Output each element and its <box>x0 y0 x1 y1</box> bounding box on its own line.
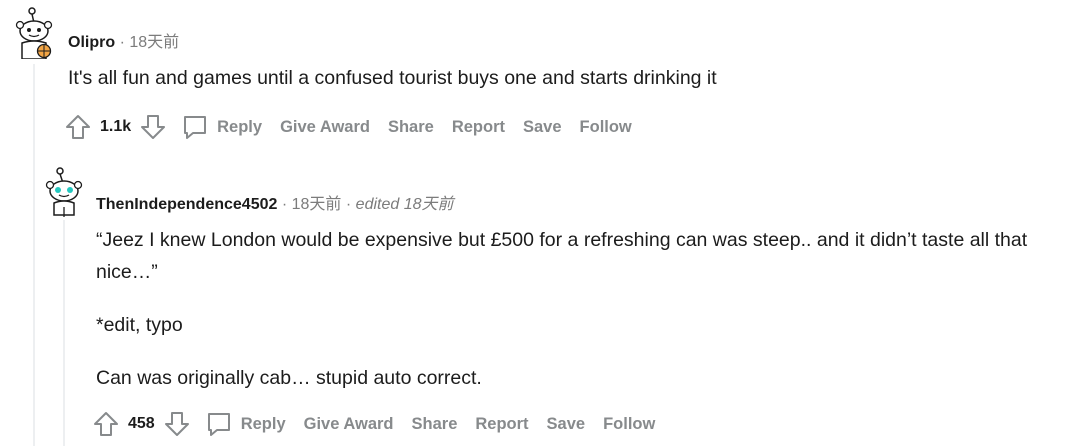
follow-button[interactable]: Follow <box>603 415 655 434</box>
share-button[interactable]: Share <box>388 118 434 137</box>
downvote-icon[interactable] <box>163 410 191 438</box>
report-button[interactable]: Report <box>475 415 528 434</box>
vote-score: 1.1k <box>100 118 132 135</box>
comment-body: It's all fun and games until a confused … <box>68 62 1048 94</box>
share-button[interactable]: Share <box>412 415 458 434</box>
report-button[interactable]: Report <box>452 118 505 137</box>
comment-meta: Olipro · 18天前 <box>68 28 179 52</box>
timestamp[interactable]: 18天前 <box>292 196 342 213</box>
snoo-avatar-icon <box>15 7 53 60</box>
reply-button[interactable]: Reply <box>205 410 286 438</box>
edited-label: edited 18天前 <box>355 196 454 213</box>
follow-button[interactable]: Follow <box>580 118 632 137</box>
comment-paragraph: It's all fun and games until a confused … <box>68 67 717 89</box>
give-award-button[interactable]: Give Award <box>304 415 394 434</box>
snoo-avatar-icon <box>45 167 83 217</box>
username[interactable]: ThenIndependence4502 <box>96 196 277 213</box>
reply-button[interactable]: Reply <box>181 113 262 141</box>
save-button[interactable]: Save <box>547 415 586 434</box>
comment-paragraph: *edit, typo <box>96 314 183 336</box>
comment-actions: 1.1k Reply Give Award Share Report Save … <box>64 110 650 144</box>
comment-meta: ThenIndependence4502 · 18天前 · edited 18天… <box>96 190 454 214</box>
avatar[interactable] <box>42 165 86 219</box>
timestamp[interactable]: 18天前 <box>129 34 179 51</box>
reply-label: Reply <box>240 414 286 433</box>
avatar[interactable] <box>12 5 56 60</box>
meta-separator: · <box>281 196 288 213</box>
upvote-icon[interactable] <box>64 113 92 141</box>
give-award-button[interactable]: Give Award <box>280 118 370 137</box>
username[interactable]: Olipro <box>68 34 115 51</box>
comment-bubble-icon <box>207 413 230 436</box>
comment-actions: 458 Reply Give Award Share Report Save F… <box>92 407 673 441</box>
reply-label: Reply <box>217 117 263 136</box>
downvote-icon[interactable] <box>139 113 167 141</box>
meta-separator: · <box>119 34 125 51</box>
thread-line-reply[interactable] <box>63 220 65 446</box>
meta-separator: · <box>345 196 352 213</box>
thread-line-root[interactable] <box>33 64 35 446</box>
comment-bubble-icon <box>184 116 207 139</box>
comment-paragraph: “Jeez I knew London would be expensive b… <box>96 229 1028 283</box>
comment-body: “Jeez I knew London would be expensive b… <box>96 224 1036 394</box>
upvote-icon[interactable] <box>92 410 120 438</box>
vote-score: 458 <box>128 415 155 432</box>
save-button[interactable]: Save <box>523 118 562 137</box>
comment-paragraph: Can was originally cab… stupid auto corr… <box>96 367 482 389</box>
